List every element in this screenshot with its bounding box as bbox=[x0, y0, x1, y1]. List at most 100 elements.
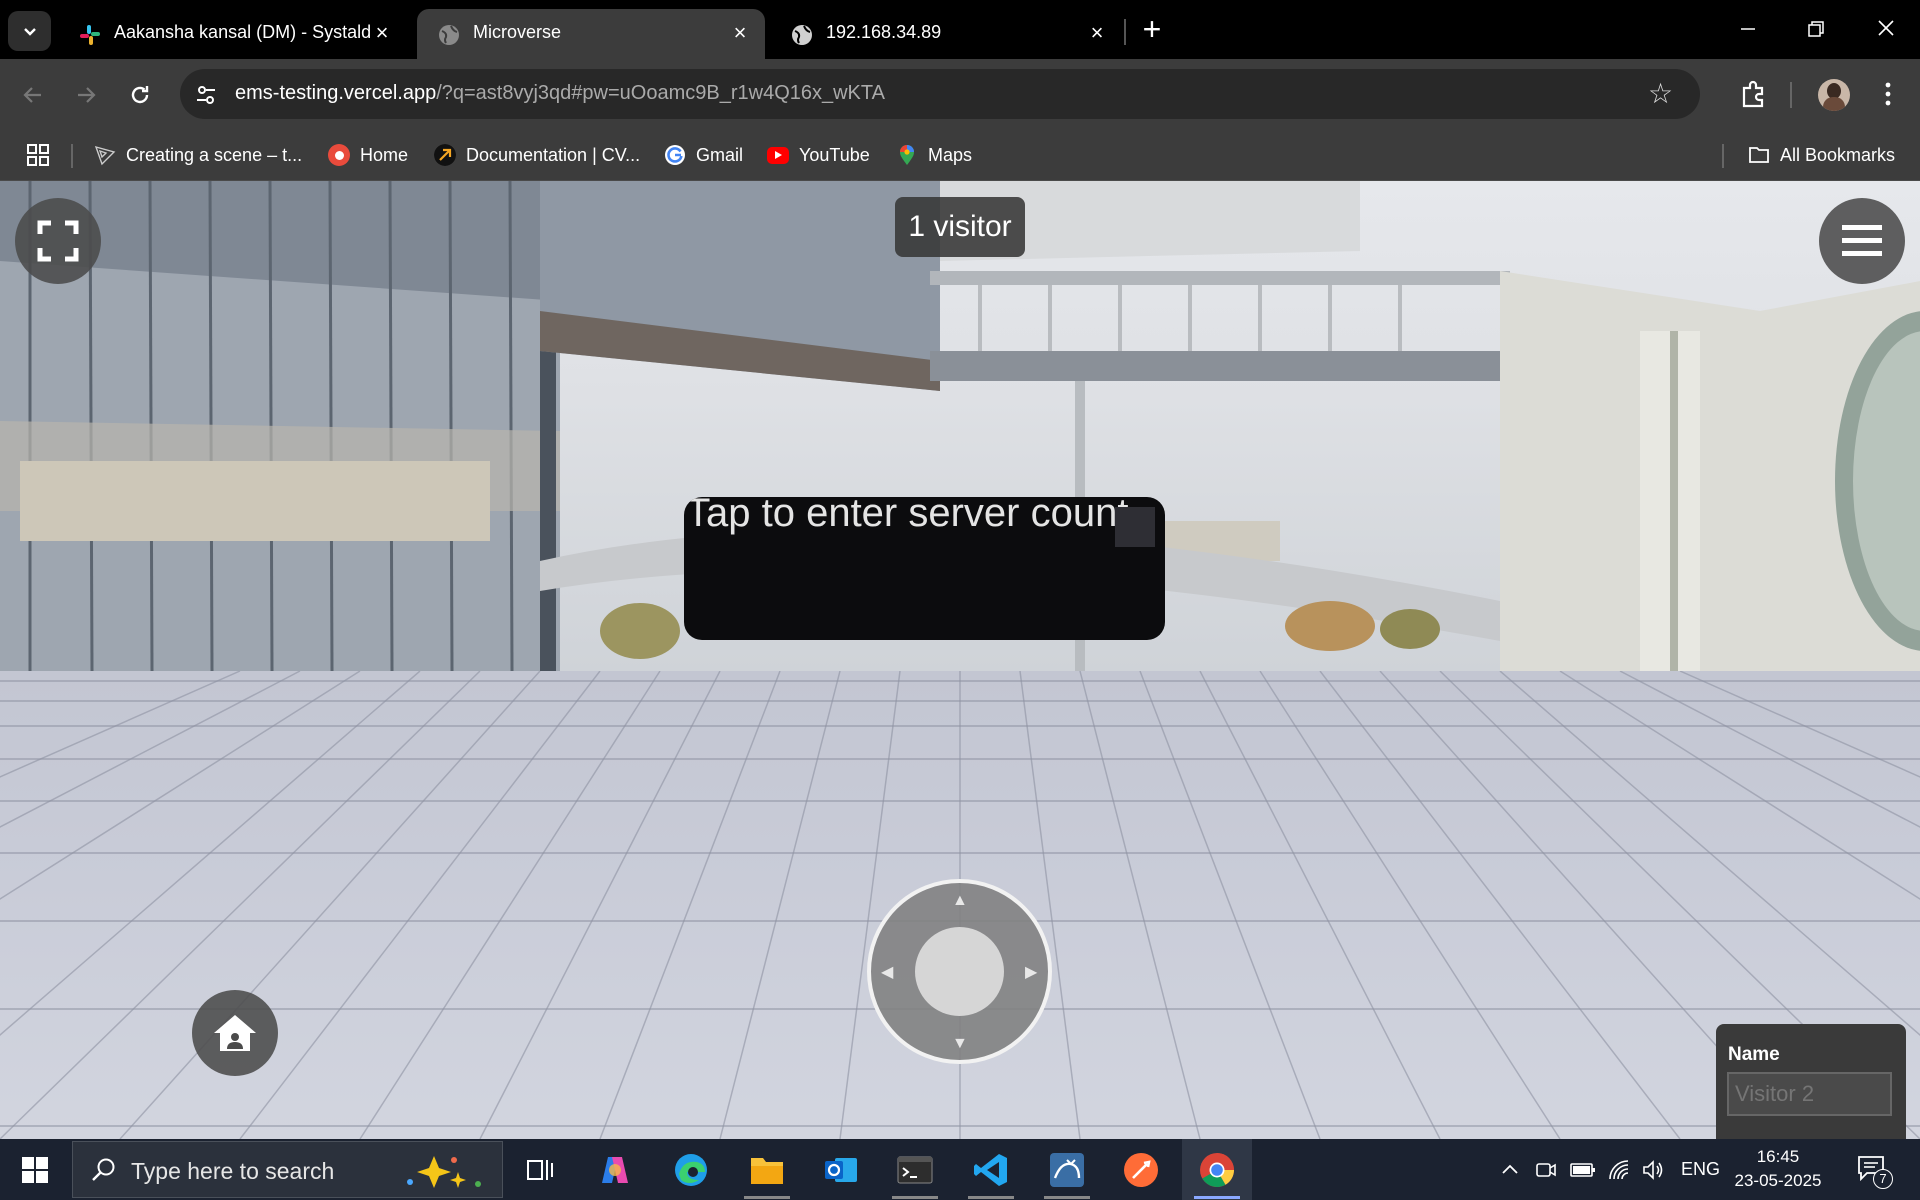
language-indicator[interactable]: ENG bbox=[1681, 1139, 1720, 1200]
joystick-left-icon: ◀ bbox=[881, 964, 894, 981]
bookmark-label: Home bbox=[360, 144, 409, 165]
home-bookmark-icon bbox=[328, 144, 350, 166]
chevron-up-icon[interactable] bbox=[1500, 1160, 1520, 1180]
name-label: Name bbox=[1728, 1044, 1780, 1065]
joystick-down-icon: ▼ bbox=[952, 1035, 968, 1052]
taskbar-file-explorer[interactable] bbox=[732, 1139, 802, 1200]
taskbar-outlook[interactable] bbox=[806, 1139, 876, 1200]
arrow-right-icon bbox=[78, 87, 96, 103]
tab-ip-address[interactable]: 192.168.34.89 × bbox=[770, 9, 1120, 59]
new-tab-button[interactable]: + bbox=[1138, 13, 1166, 47]
bookmark-documentation[interactable]: Documentation | CV... bbox=[434, 140, 640, 170]
bookmark-youtube[interactable]: YouTube bbox=[767, 140, 870, 170]
reload-button[interactable] bbox=[120, 75, 160, 115]
avatar[interactable] bbox=[1818, 79, 1850, 111]
close-window-button[interactable] bbox=[1862, 10, 1910, 50]
taskbar-terminal[interactable] bbox=[880, 1139, 950, 1200]
slack-icon bbox=[80, 25, 100, 45]
close-icon[interactable]: × bbox=[1085, 21, 1109, 45]
wifi-icon[interactable] bbox=[1607, 1158, 1631, 1182]
taskbar-edge[interactable] bbox=[656, 1139, 726, 1200]
apps-grid-icon[interactable] bbox=[26, 143, 50, 167]
bookmark-label: Maps bbox=[928, 144, 973, 165]
tab-search-button[interactable] bbox=[8, 11, 51, 51]
back-button[interactable] bbox=[13, 75, 53, 115]
taskbar-mysql-workbench[interactable] bbox=[1032, 1139, 1102, 1200]
tab-title: 192.168.34.89 bbox=[826, 22, 942, 42]
bookmark-home[interactable]: Home bbox=[328, 140, 408, 170]
taskbar-copilot[interactable] bbox=[580, 1139, 650, 1200]
tab-microverse[interactable]: Microverse × bbox=[417, 9, 765, 59]
windows-logo-icon bbox=[22, 1156, 48, 1183]
bookmark-gmail[interactable]: Gmail bbox=[664, 140, 743, 170]
tab-title: Microverse bbox=[473, 22, 562, 42]
menu-button[interactable] bbox=[1819, 198, 1905, 284]
address-bar[interactable]: ems-testing.vercel.app/?q=ast8vyj3qd#pw=… bbox=[180, 69, 1700, 119]
restore-icon bbox=[1808, 21, 1824, 37]
minimize-button[interactable] bbox=[1724, 10, 1772, 50]
task-view-icon bbox=[527, 1159, 553, 1180]
name-input[interactable] bbox=[1727, 1072, 1892, 1116]
more-options-icon[interactable] bbox=[1870, 76, 1906, 112]
home-button[interactable] bbox=[192, 990, 278, 1076]
running-indicator bbox=[968, 1196, 1014, 1199]
name-panel: Name bbox=[1716, 1024, 1906, 1139]
windows-taskbar: Type here to search ENG 16:45 23-05-2025… bbox=[0, 1139, 1920, 1200]
url-domain: ems-testing.vercel.app bbox=[235, 82, 437, 104]
tab-title: Aakansha kansal (DM) - Systald bbox=[114, 22, 372, 42]
task-view-button[interactable] bbox=[505, 1139, 575, 1200]
battery-icon[interactable] bbox=[1570, 1160, 1596, 1180]
forward-button[interactable] bbox=[66, 75, 106, 115]
close-icon[interactable]: × bbox=[728, 21, 752, 45]
all-bookmarks-label: All Bookmarks bbox=[1780, 144, 1896, 165]
globe-icon bbox=[792, 25, 812, 45]
notifications-button[interactable]: 7 bbox=[1855, 1151, 1895, 1191]
site-info-icon[interactable] bbox=[193, 82, 219, 108]
terminal-icon bbox=[897, 1156, 933, 1183]
taskbar-postman[interactable] bbox=[1106, 1139, 1176, 1200]
volume-icon[interactable] bbox=[1641, 1158, 1665, 1182]
server-count-panel[interactable]: Tap to enter server count bbox=[684, 497, 1165, 640]
bookmark-label: Creating a scene – t... bbox=[126, 144, 303, 165]
meet-now-icon[interactable] bbox=[1535, 1159, 1557, 1181]
toolbar-separator bbox=[1790, 82, 1792, 108]
clock[interactable]: 16:45 23-05-2025 bbox=[1723, 1145, 1833, 1193]
tab-strip: Aakansha kansal (DM) - Systald × Microve… bbox=[0, 0, 1920, 59]
bookmarks-bar: Creating a scene – t... Home Documentati… bbox=[0, 129, 1920, 181]
copilot-sparkle-icon bbox=[407, 1156, 481, 1188]
reload-icon bbox=[131, 86, 149, 104]
bookmark-threejs[interactable]: Creating a scene – t... bbox=[94, 140, 302, 170]
bookmark-label: Gmail bbox=[696, 144, 744, 165]
bookmark-star-icon[interactable]: ☆ bbox=[1648, 80, 1676, 108]
taskbar-chrome[interactable] bbox=[1182, 1139, 1252, 1200]
running-indicator bbox=[744, 1196, 790, 1199]
outlook-icon bbox=[825, 1157, 857, 1182]
bookmark-separator bbox=[1722, 144, 1724, 168]
scene-viewport[interactable]: 1 visitor Tap to enter server count ▲ ▼ … bbox=[0, 181, 1920, 1139]
copilot-icon bbox=[602, 1156, 628, 1183]
visitor-count-badge: 1 visitor bbox=[895, 197, 1025, 257]
fullscreen-button[interactable] bbox=[15, 198, 101, 284]
joystick-knob[interactable] bbox=[915, 927, 1004, 1016]
taskbar-vscode[interactable] bbox=[956, 1139, 1026, 1200]
running-indicator bbox=[1194, 1196, 1240, 1199]
extensions-icon[interactable] bbox=[1736, 76, 1772, 112]
clock-date: 23-05-2025 bbox=[1734, 1171, 1822, 1190]
bookmark-separator bbox=[71, 144, 73, 168]
tab-slack[interactable]: Aakansha kansal (DM) - Systald × bbox=[58, 9, 410, 59]
all-bookmarks-button[interactable]: All Bookmarks bbox=[1748, 140, 1895, 170]
restore-button[interactable] bbox=[1792, 10, 1840, 50]
chrome-icon bbox=[1200, 1152, 1234, 1187]
url-text: ems-testing.vercel.app/?q=ast8vyj3qd#pw=… bbox=[235, 82, 885, 105]
cvat-icon bbox=[434, 144, 456, 166]
server-count-prompt: Tap to enter server count bbox=[686, 497, 1129, 535]
movement-joystick[interactable]: ▲ ▼ ◀ ▶ bbox=[867, 879, 1052, 1064]
hamburger-menu-icon bbox=[1842, 225, 1882, 256]
minimize-icon bbox=[1741, 28, 1755, 30]
google-icon bbox=[665, 145, 685, 165]
start-button[interactable] bbox=[0, 1139, 70, 1200]
bookmark-maps[interactable]: Maps bbox=[896, 140, 972, 170]
close-icon[interactable]: × bbox=[370, 21, 394, 45]
taskbar-search-box[interactable]: Type here to search bbox=[72, 1141, 503, 1198]
running-indicator bbox=[892, 1196, 938, 1199]
